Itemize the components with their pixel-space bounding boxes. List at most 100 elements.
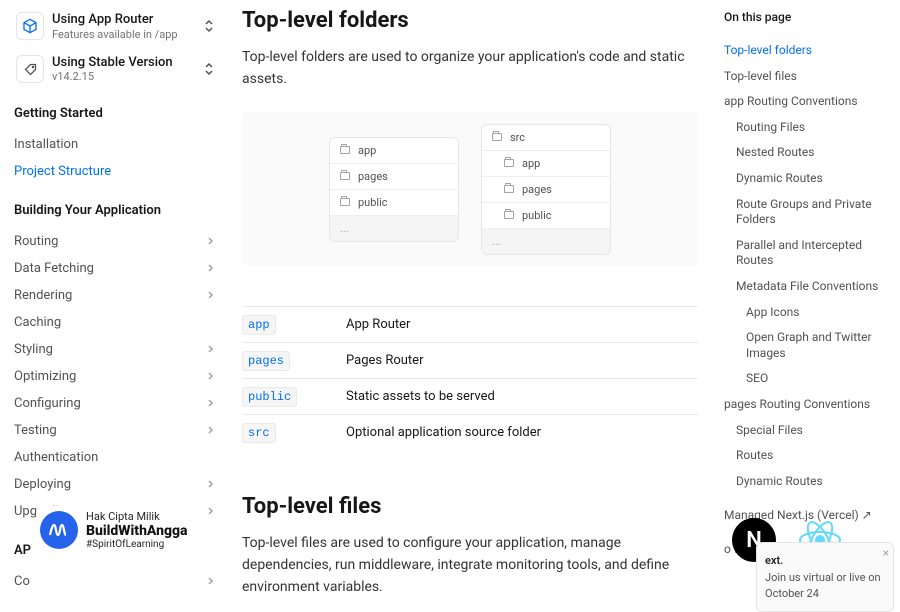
main-content: Top-level folders Top-level folders are …	[228, 0, 724, 600]
folder-diagram: apppagespublic... srcapppagespublic...	[242, 112, 698, 266]
conf-toast: × ext. Join us virtual or live on Octobe…	[756, 542, 894, 612]
toc-item[interactable]: pages Routing Conventions	[724, 392, 890, 418]
toc-item[interactable]: Top-level folders	[724, 38, 890, 64]
heading-top-level-files: Top-level files	[242, 494, 698, 519]
folder-icon	[504, 159, 514, 167]
toc-item[interactable]: Routes	[724, 443, 890, 469]
heading-top-level-folders: Top-level folders	[242, 8, 698, 33]
folder-tree-1: apppagespublic...	[329, 137, 459, 242]
nav-item-label: Project Structure	[14, 164, 111, 179]
tree-row: app	[482, 151, 610, 177]
code-token[interactable]: public	[242, 387, 297, 407]
toc-item[interactable]: Metadata File Conventions	[724, 274, 890, 300]
nav-item-label: Authentication	[14, 450, 98, 465]
toc-item[interactable]: App Icons	[724, 300, 890, 326]
toc-item[interactable]: SEO	[724, 366, 890, 392]
nav-item[interactable]: Rendering	[14, 282, 228, 309]
folder-icon	[492, 133, 502, 141]
code-token[interactable]: app	[242, 315, 276, 335]
nav-item[interactable]: File Conventions	[14, 595, 228, 600]
chevron-right-icon	[207, 290, 214, 300]
toc-item[interactable]: app Routing Conventions	[724, 89, 890, 115]
nav-item[interactable]: Optimizing	[14, 363, 228, 390]
nav-section-getting-started: Getting Started Installation Project Stru…	[14, 106, 228, 185]
tree-row: public	[482, 203, 610, 229]
toc-item[interactable]: Dynamic Routes	[724, 469, 890, 495]
tag-icon	[16, 55, 44, 83]
tree-row: ...	[330, 216, 458, 241]
nav-item[interactable]: Configuring	[14, 390, 228, 417]
folder-icon	[340, 172, 350, 180]
tree-row: app	[330, 138, 458, 164]
nav-item-label: Data Fetching	[14, 261, 94, 276]
toast-title: ext.	[765, 553, 885, 568]
nav-item[interactable]: Styling	[14, 336, 228, 363]
table-row: src Optional application source folder	[242, 415, 698, 451]
nav-item-label: Styling	[14, 342, 53, 357]
tree-row: public	[330, 190, 458, 216]
nav-item-label: Installation	[14, 137, 78, 152]
nav-item-label: Optimizing	[14, 369, 76, 384]
table-cell-desc: Pages Router	[346, 343, 698, 379]
chevron-right-icon	[207, 344, 214, 354]
nav-item[interactable]: Authentication	[14, 444, 228, 471]
version-selector-title: Using Stable Version	[52, 55, 194, 71]
nav-item-label: Routing	[14, 234, 58, 249]
chevron-updown-icon	[202, 19, 216, 33]
tree-row: src	[482, 125, 610, 151]
nav-item-label: Rendering	[14, 288, 72, 303]
toast-body: Join us virtual or live on October 24	[765, 570, 885, 601]
nav-item[interactable]: Co	[14, 568, 228, 595]
nav-heading: Getting Started	[14, 106, 228, 121]
nav-item[interactable]: Data Fetching	[14, 255, 228, 282]
tree-row: pages	[482, 177, 610, 203]
router-selector[interactable]: Using App Router Features available in /…	[14, 8, 228, 45]
close-icon[interactable]: ×	[883, 545, 889, 562]
nav-item[interactable]: Routing	[14, 228, 228, 255]
nav-item[interactable]: Project Structure	[14, 158, 228, 185]
chevron-right-icon	[207, 236, 214, 246]
code-token[interactable]: src	[242, 423, 276, 443]
table-of-contents: On this page Top-level foldersTop-level …	[724, 0, 900, 600]
toc-item[interactable]: Top-level files	[724, 64, 890, 90]
nav-heading: Building Your Application	[14, 203, 228, 218]
toc-item[interactable]: Parallel and Intercepted Routes	[724, 233, 890, 274]
version-selector-sub: v14.2.15	[52, 70, 194, 83]
nav-item[interactable]: Deploying	[14, 471, 228, 498]
toc-item[interactable]: Routing Files	[724, 115, 890, 141]
chevron-right-icon	[207, 479, 214, 489]
watermark-icon	[40, 511, 78, 549]
folder-icon	[340, 146, 350, 154]
nav-item[interactable]: Caching	[14, 309, 228, 336]
folder-icon	[340, 198, 350, 206]
nav-item[interactable]: Installation	[14, 131, 228, 158]
chevron-right-icon	[207, 425, 214, 435]
watermark-line2: BuildWithAngga	[86, 523, 188, 539]
router-selector-title: Using App Router	[52, 12, 194, 28]
table-row: pages Pages Router	[242, 343, 698, 379]
router-selector-sub: Features available in /app	[52, 28, 194, 41]
folder-icon	[504, 211, 514, 219]
nav-item-label: Deploying	[14, 477, 71, 492]
nav-item-label: Testing	[14, 423, 57, 438]
paragraph-folders: Top-level folders are used to organize y…	[242, 47, 698, 90]
table-cell-desc: Optional application source folder	[346, 415, 698, 451]
code-token[interactable]: pages	[242, 351, 290, 371]
paragraph-files: Top-level files are used to configure yo…	[242, 533, 698, 598]
chevron-updown-icon	[202, 62, 216, 76]
folders-table: appApp RouterpagesPages RouterpublicStat…	[242, 306, 698, 450]
toc-item[interactable]: Nested Routes	[724, 140, 890, 166]
toc-item[interactable]: Special Files	[724, 418, 890, 444]
table-cell-desc: Static assets to be served	[346, 379, 698, 415]
chevron-right-icon	[207, 398, 214, 408]
chevron-right-icon	[207, 576, 214, 586]
toc-item[interactable]: Route Groups and Private Folders	[724, 192, 890, 233]
chevron-right-icon	[207, 263, 214, 273]
toc-item[interactable]: Dynamic Routes	[724, 166, 890, 192]
watermark-line3: #SpiritOfLearning	[86, 539, 188, 550]
watermark-line1: Hak Cipta Milik	[86, 510, 188, 523]
toc-item[interactable]: Open Graph and Twitter Images	[724, 325, 890, 366]
nav-item[interactable]: Testing	[14, 417, 228, 444]
version-selector[interactable]: Using Stable Version v14.2.15	[14, 51, 228, 88]
chevron-right-icon	[207, 371, 214, 381]
